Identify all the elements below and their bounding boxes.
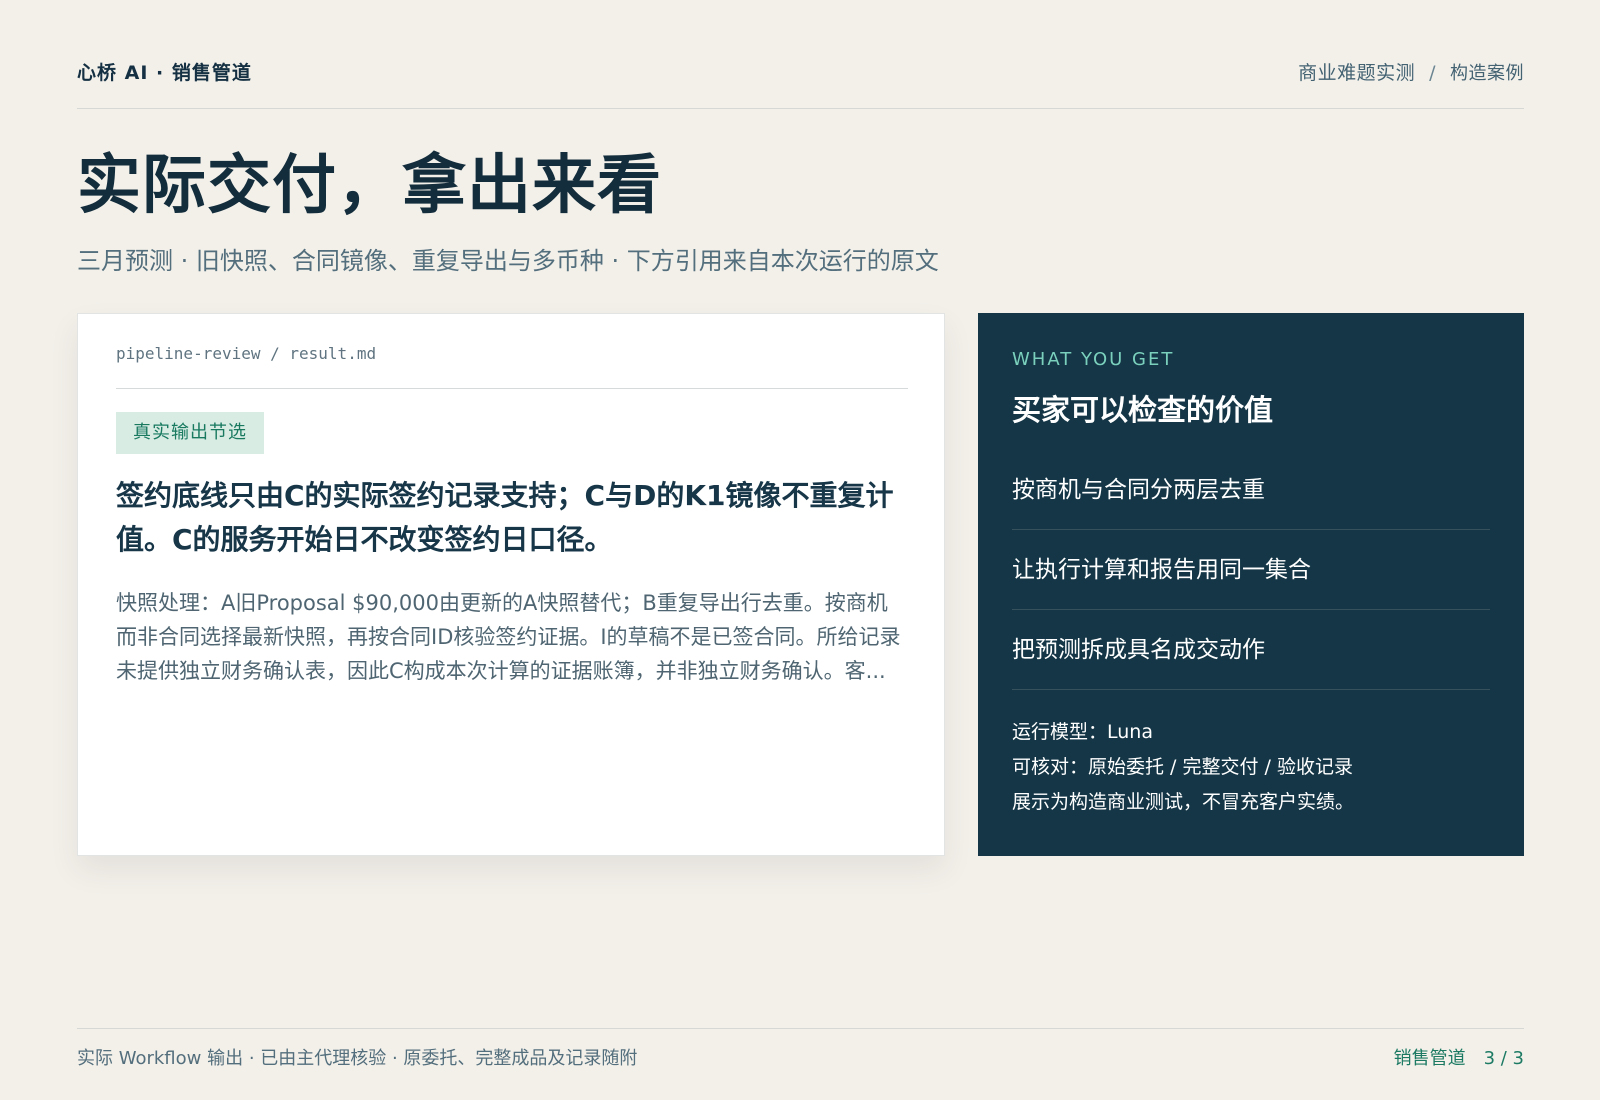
page-number: 3 / 3 (1483, 1048, 1524, 1069)
breadcrumb: 商业难题实测 / 构造案例 (1298, 58, 1524, 85)
output-tag: 真实输出节选 (116, 412, 264, 454)
result-card: pipeline-review / result.md 真实输出节选 签约底线只… (77, 313, 945, 856)
footer-divider (77, 1028, 1524, 1029)
slide-page: 心桥 AI · 销售管道 商业难题实测 / 构造案例 实际交付，拿出来看 三月预测 … (77, 0, 1524, 1100)
footer-note: 实际 Workflow 输出 · 已由主代理核验 · 原委托、完整成品及记录随附 (77, 1048, 638, 1069)
top-bar: 心桥 AI · 销售管道 商业难题实测 / 构造案例 (77, 54, 1524, 109)
card-divider (116, 388, 908, 389)
run-metadata: 运行模型：Luna 可核对：原始委托 / 完整交付 / 验收记录 展示为构造商业… (1012, 715, 1490, 820)
breadcrumb-current: 构造案例 (1450, 63, 1524, 84)
disclaimer: 展示为构造商业测试，不冒充客户实绩。 (1012, 791, 1355, 813)
result-headline: 签约底线只由C的实际签约记录支持；C与D的K1镜像不重复计值。C的服务开始日不改… (116, 479, 894, 556)
panel-eyebrow: WHAT YOU GET (1012, 349, 1175, 370)
brand: 心桥 AI · 销售管道 (77, 62, 252, 84)
value-list: 按商机与合同分两层去重 让执行计算和报告用同一集合 把预测拆成具名成交动作 (1012, 450, 1490, 690)
value-panel: WHAT YOU GET 买家可以检查的价值 按商机与合同分两层去重 让执行计算… (978, 313, 1524, 856)
panel-title: 买家可以检查的价值 (1012, 393, 1274, 427)
footer-section: 销售管道 (1393, 1048, 1466, 1069)
value-list-item: 把预测拆成具名成交动作 (1012, 610, 1490, 690)
run-model: 运行模型：Luna (1012, 721, 1153, 743)
footer-pagination: 销售管道 3 / 3 (1394, 1046, 1524, 1072)
breadcrumb-separator: / (1429, 62, 1436, 84)
value-list-item: 让执行计算和报告用同一集合 (1012, 530, 1490, 610)
file-path: pipeline-review / result.md (116, 344, 377, 363)
page-subtitle: 三月预测 · 旧快照、合同镜像、重复导出与多币种 · 下方引用来自本次运行的原文 (77, 247, 939, 275)
page-title: 实际交付，拿出来看 (77, 149, 662, 223)
verification-note: 可核对：原始委托 / 完整交付 / 验收记录 (1012, 756, 1353, 778)
breadcrumb-section: 商业难题实测 (1298, 62, 1416, 84)
value-list-item: 按商机与合同分两层去重 (1012, 450, 1490, 530)
result-excerpt: 快照处理：A旧Proposal $90,000由更新的A快照替代；B重复导出行去… (116, 591, 901, 683)
